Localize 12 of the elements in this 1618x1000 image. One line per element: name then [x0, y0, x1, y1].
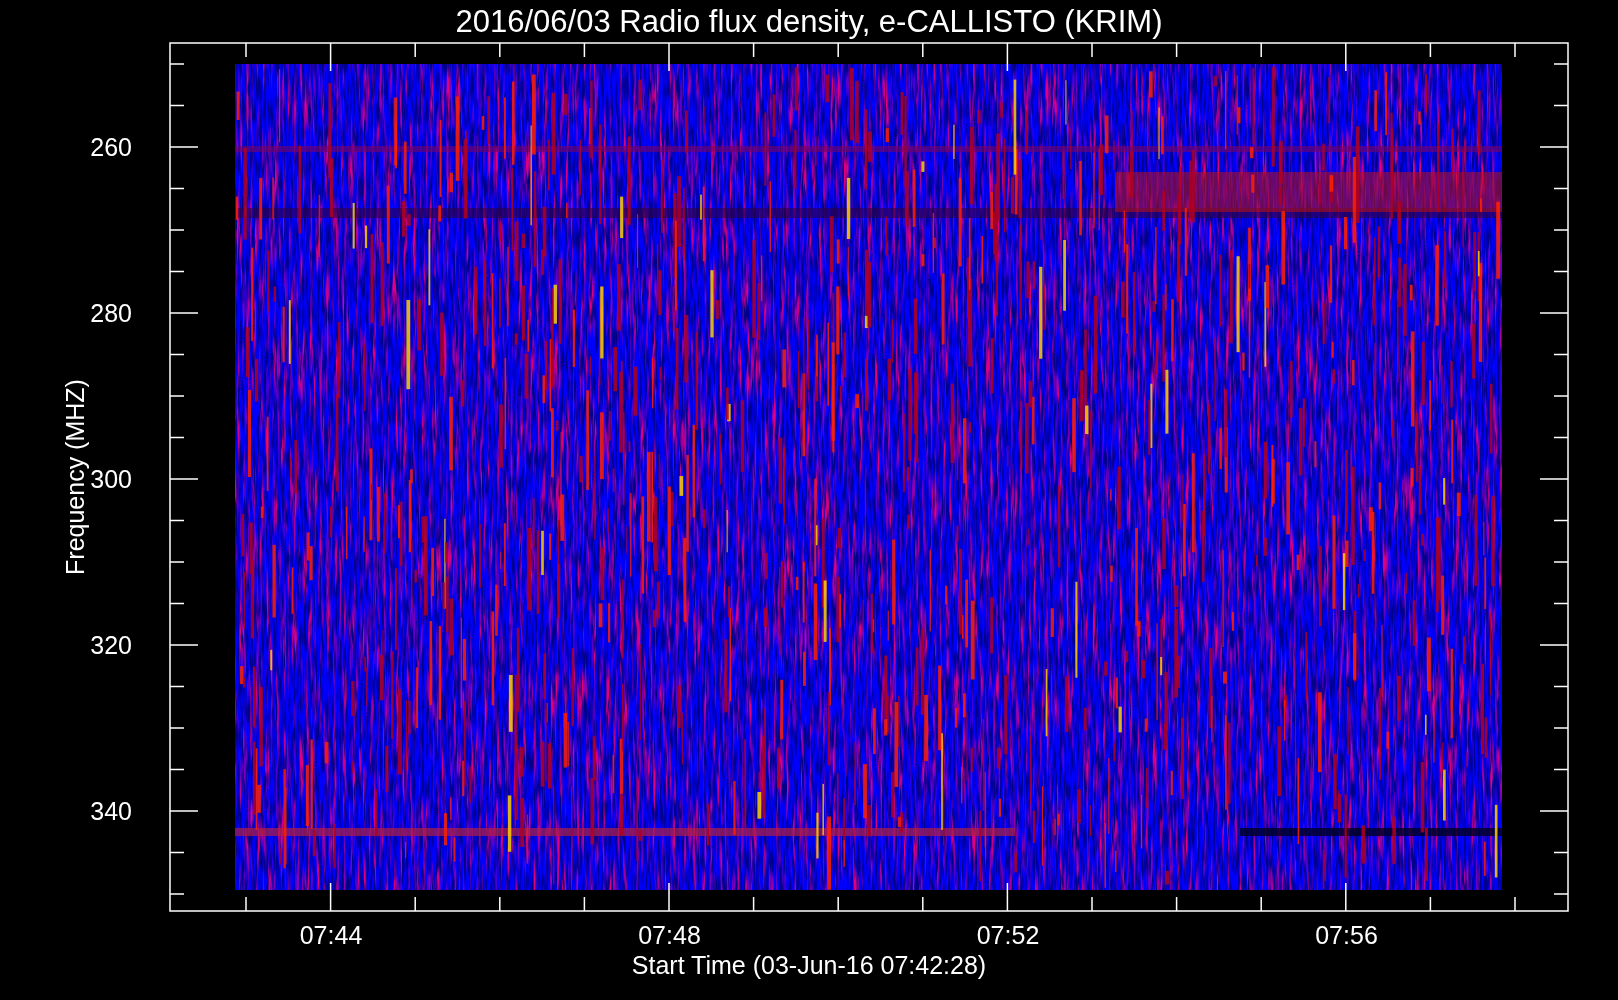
axis-title: Frequency (MHZ)	[61, 379, 89, 575]
tick-label: 07:48	[638, 921, 701, 949]
tick-label: 320	[90, 631, 132, 659]
tick-label: 260	[90, 133, 132, 161]
tick-label: 07:52	[976, 921, 1040, 949]
axis-title: Start Time (03-Jun-16 07:42:28)	[631, 951, 987, 979]
tick-label: 07:44	[299, 921, 363, 949]
tick-label: 07:56	[1315, 921, 1378, 949]
tick-label: 300	[90, 465, 132, 493]
tick-label: 280	[90, 299, 132, 327]
chart-title: 2016/06/03 Radio flux density, e-CALLISTO (KRIM)	[455, 4, 1163, 39]
tick-label: 340	[90, 797, 132, 825]
